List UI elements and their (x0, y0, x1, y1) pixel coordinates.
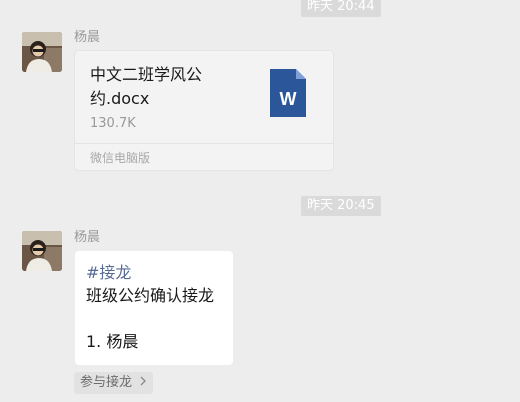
jielong-tag-link[interactable]: #接龙 (86, 262, 131, 284)
join-jielong-label: 参与接龙 (80, 375, 133, 390)
join-jielong-button[interactable]: 参与接龙 (74, 372, 154, 394)
file-source-label: 微信电脑版 (90, 151, 151, 165)
timestamp: 昨天 20:45 (301, 196, 381, 216)
file-size: 130.7K (90, 116, 136, 131)
avatar[interactable] (22, 32, 62, 72)
jielong-title: 班级公约确认接龙 (86, 286, 215, 305)
avatar[interactable] (22, 231, 62, 271)
jielong-entry: 1. 杨晨 (86, 332, 139, 351)
svg-text:W: W (280, 89, 297, 109)
divider (75, 143, 333, 144)
word-document-icon: W (270, 69, 306, 117)
jielong-message-bubble[interactable]: #接龙 班级公约确认接龙 1. 杨晨 (75, 251, 233, 365)
chat-window: 昨天 20:44 杨晨 中文二班学风公约.docx 130.7K W 微信电脑版… (0, 0, 520, 402)
sender-name: 杨晨 (74, 30, 101, 45)
sender-name: 杨晨 (74, 230, 101, 245)
chevron-right-icon (140, 376, 147, 386)
file-message-card[interactable]: 中文二班学风公约.docx 130.7K W 微信电脑版 (74, 50, 334, 171)
timestamp: 昨天 20:44 (301, 0, 381, 17)
file-name: 中文二班学风公约.docx (90, 65, 203, 108)
